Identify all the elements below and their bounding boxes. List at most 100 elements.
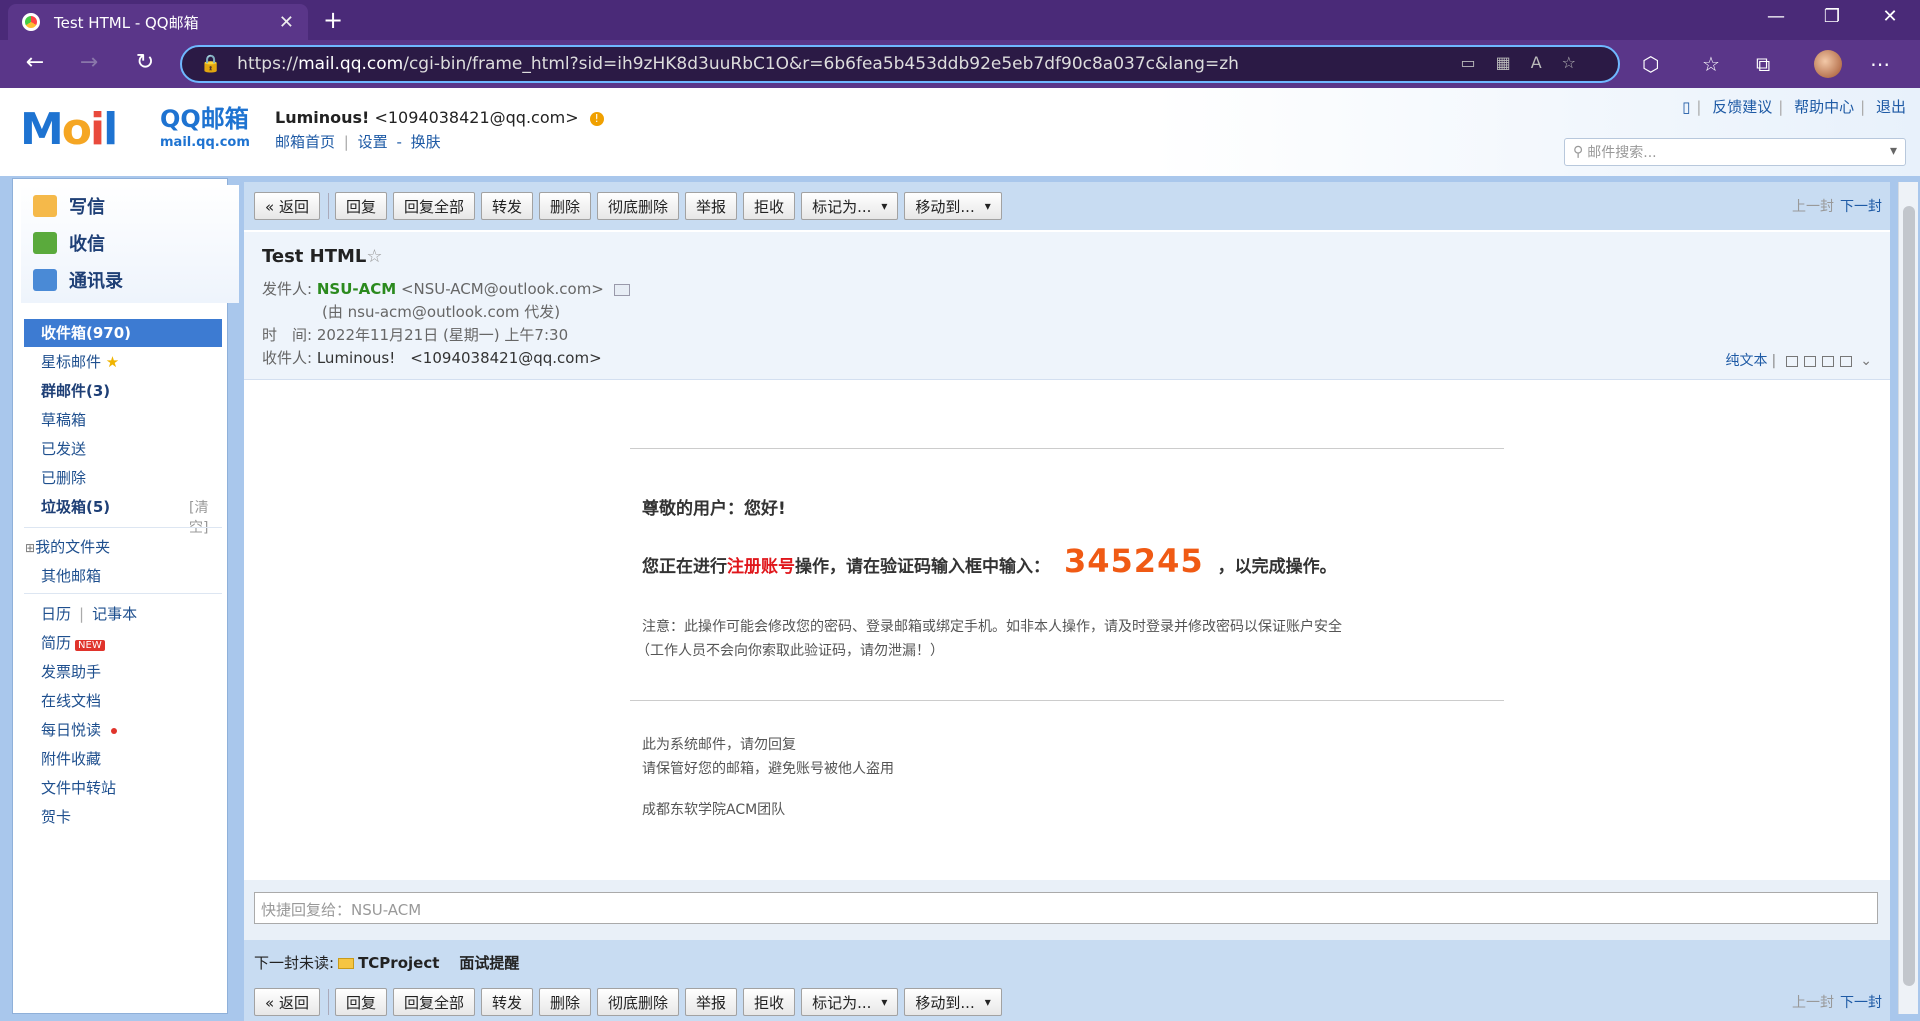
- extensions-icon[interactable]: ⬡: [1642, 52, 1659, 76]
- sidebar-item-other-mail[interactable]: 其他邮箱: [41, 565, 101, 586]
- report-button[interactable]: 举报: [685, 988, 738, 1016]
- link-skin[interactable]: 换肤: [411, 133, 441, 151]
- starred-label: 星标邮件: [41, 353, 102, 371]
- warning-icon[interactable]: !: [589, 111, 604, 126]
- line-pre: 您正在进行: [642, 557, 727, 577]
- sidebar-item-drafts[interactable]: 草稿箱: [41, 409, 86, 430]
- top-toolbar: « 返回 回复 回复全部 转发 删除 彻底删除 举报 拒收 标记为... 移动到…: [244, 182, 1890, 230]
- sidebar-item-my-folders[interactable]: ⊞我的文件夹: [25, 536, 110, 557]
- resume-label: 简历: [41, 634, 72, 652]
- sidebar-item-spam[interactable]: 垃圾箱(5): [41, 496, 110, 517]
- move-to-dropdown[interactable]: 移动到...: [904, 192, 1002, 220]
- back-icon[interactable]: ←: [20, 50, 50, 75]
- archive-icon[interactable]: [1822, 355, 1835, 367]
- restore-icon[interactable]: ❐: [1812, 6, 1852, 27]
- delete-permanently-button[interactable]: 彻底删除: [597, 192, 680, 220]
- link-help[interactable]: 帮助中心: [1794, 98, 1854, 116]
- calendar-link[interactable]: 日历: [41, 605, 71, 623]
- back-button[interactable]: « 返回: [254, 192, 320, 220]
- close-window-icon[interactable]: ✕: [1870, 6, 1910, 27]
- from-label: 发件人:: [262, 280, 313, 298]
- recipient: Luminous! <1094038421@qq.com>: [316, 349, 602, 367]
- move-to-dropdown[interactable]: 移动到...: [904, 988, 1002, 1016]
- favorites-icon[interactable]: ☆: [1702, 52, 1720, 76]
- mark-as-dropdown[interactable]: 标记为...: [801, 192, 899, 220]
- plain-text-link[interactable]: 纯文本: [1726, 353, 1768, 369]
- link-logout[interactable]: 退出: [1876, 98, 1906, 116]
- back-button[interactable]: « 返回: [254, 988, 320, 1016]
- profile-avatar[interactable]: [1814, 50, 1842, 78]
- receive-button[interactable]: 收信: [33, 230, 105, 256]
- new-badge: NEW: [75, 640, 105, 651]
- more-menu-icon[interactable]: ⋯: [1870, 52, 1890, 76]
- new-window-icon[interactable]: [1786, 355, 1799, 367]
- chevron-down-icon[interactable]: ▾: [1890, 143, 1897, 159]
- address-bar-icons[interactable]: ▭▦A☆: [1460, 53, 1596, 72]
- forward-button[interactable]: 转发: [480, 192, 533, 220]
- reply-button[interactable]: 回复: [334, 988, 387, 1016]
- preview-icon[interactable]: [1804, 355, 1817, 367]
- quick-reply-input[interactable]: 快捷回复给：NSU-ACM: [254, 892, 1878, 924]
- link-feedback[interactable]: 反馈建议: [1712, 98, 1772, 116]
- sidebar-item-inbox[interactable]: 收件箱(970): [24, 319, 222, 347]
- new-tab-icon[interactable]: +: [318, 6, 348, 34]
- delete-button[interactable]: 删除: [539, 988, 592, 1016]
- contact-card-icon[interactable]: [613, 283, 630, 296]
- sidebar-item-docs[interactable]: 在线文档: [41, 690, 101, 711]
- notebook-link[interactable]: 记事本: [92, 605, 137, 623]
- mobile-icon[interactable]: ▯: [1682, 98, 1690, 116]
- reply-button[interactable]: 回复: [334, 192, 387, 220]
- sidebar-item-sent[interactable]: 已发送: [41, 438, 86, 459]
- sidebar-item-daily[interactable]: 每日悦读: [41, 719, 118, 740]
- link-settings[interactable]: 设置: [358, 133, 388, 151]
- close-tab-icon[interactable]: ✕: [279, 12, 294, 33]
- sidebar-item-attachments[interactable]: 附件收藏: [41, 748, 101, 769]
- prev-mail-link[interactable]: 上一封: [1792, 995, 1834, 1011]
- print-icon[interactable]: [1840, 355, 1853, 367]
- sidebar: 写信 收信 通讯录 收件箱(970) 星标邮件 ★ 群邮件(3) 草稿箱 已发送…: [12, 178, 239, 1014]
- prev-mail-link[interactable]: 上一封: [1792, 199, 1834, 215]
- collections-icon[interactable]: ⧉: [1756, 52, 1770, 76]
- forward-button[interactable]: 转发: [480, 988, 533, 1016]
- compose-button[interactable]: 写信: [33, 193, 105, 219]
- reply-all-button[interactable]: 回复全部: [392, 988, 475, 1016]
- sidebar-item-resume[interactable]: 简历 NEW: [41, 632, 105, 653]
- reject-button[interactable]: 拒收: [743, 988, 796, 1016]
- address-bar[interactable]: 🔒 https://mail.qq.com/cgi-bin/frame_html…: [180, 45, 1620, 83]
- sidebar-item-file-transfer[interactable]: 文件中转站: [41, 777, 116, 798]
- browser-tab[interactable]: Test HTML - QQ邮箱 ✕: [8, 4, 308, 40]
- reject-button[interactable]: 拒收: [743, 192, 796, 220]
- next-unread-subject[interactable]: 面试提醒: [459, 954, 519, 972]
- time-label: 时 间:: [262, 326, 313, 344]
- forward-icon[interactable]: →: [74, 50, 104, 75]
- sender-name[interactable]: NSU-ACM: [317, 280, 396, 298]
- reload-icon[interactable]: ↻: [130, 50, 160, 75]
- qqmail-logo[interactable]: Moil: [20, 104, 118, 155]
- reply-all-button[interactable]: 回复全部: [392, 192, 475, 220]
- sidebar-item-cards[interactable]: 贺卡: [41, 806, 71, 827]
- delete-button[interactable]: 删除: [539, 192, 592, 220]
- next-mail-link[interactable]: 下一封: [1840, 199, 1882, 215]
- next-mail-link[interactable]: 下一封: [1840, 995, 1882, 1011]
- report-button[interactable]: 举报: [685, 192, 738, 220]
- sidebar-item-deleted[interactable]: 已删除: [41, 467, 86, 488]
- mail-search-input[interactable]: ⚲ 邮件搜索... ▾: [1564, 138, 1906, 166]
- link-mail-home[interactable]: 邮箱首页: [275, 133, 335, 151]
- next-unread-sender[interactable]: TCProject: [358, 954, 439, 972]
- spam-clear-link[interactable]: [清空]: [189, 497, 227, 537]
- divider: [24, 593, 222, 594]
- scrollbar-thumb[interactable]: [1903, 206, 1915, 986]
- delete-permanently-button[interactable]: 彻底删除: [597, 988, 680, 1016]
- minimize-icon[interactable]: —: [1756, 6, 1796, 27]
- mark-as-dropdown[interactable]: 标记为...: [801, 988, 899, 1016]
- contacts-button[interactable]: 通讯录: [33, 267, 123, 293]
- brand-domain: mail.qq.com: [160, 135, 250, 150]
- sidebar-item-invoice[interactable]: 发票助手: [41, 661, 101, 682]
- sidebar-item-group[interactable]: 群邮件(3): [41, 380, 110, 401]
- sidebar-item-starred[interactable]: 星标邮件 ★: [41, 351, 119, 372]
- scrollbar[interactable]: [1898, 182, 1918, 1014]
- expand-icon[interactable]: ⊞: [25, 541, 35, 555]
- separator: |: [79, 605, 85, 623]
- star-toggle-icon[interactable]: ☆: [366, 246, 382, 267]
- expand-more-icon[interactable]: ⌄: [1860, 353, 1872, 369]
